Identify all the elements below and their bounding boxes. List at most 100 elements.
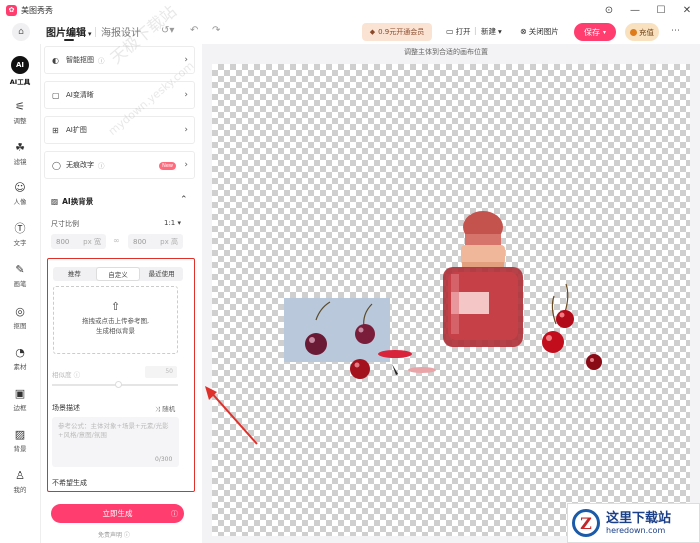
- badge-title: 这里下载站: [606, 510, 672, 526]
- vip-label: 0.9元开通会员: [378, 28, 425, 36]
- chevron-down-icon: ▾: [602, 28, 606, 36]
- home-icon[interactable]: ⌂: [12, 23, 30, 41]
- open-button[interactable]: ▭ 打开: [446, 26, 471, 37]
- mouse-cursor-icon: [392, 364, 398, 375]
- open-icon: ▭: [446, 27, 454, 36]
- similarity-value[interactable]: 50: [145, 366, 177, 378]
- enhance-icon: ▢: [52, 90, 60, 100]
- nav-label: 我的: [13, 486, 27, 494]
- canvas-artwork: [284, 211, 602, 379]
- vip-button[interactable]: ◆ 0.9元开通会员: [362, 23, 432, 41]
- nav-label: 调整: [13, 117, 27, 125]
- nav-label: 边框: [13, 404, 27, 412]
- background-icon: ▨: [14, 428, 26, 441]
- nav-label: 文字: [13, 239, 27, 247]
- disclaimer-link[interactable]: 免责声明 ⓘ: [98, 530, 130, 539]
- redo-icon[interactable]: ↷: [212, 25, 220, 36]
- nav-background[interactable]: ▨ 背景: [0, 428, 40, 453]
- similarity-label: 相似度 ⓘ: [52, 371, 81, 379]
- image-canvas[interactable]: [212, 64, 690, 536]
- nav-label: 素材: [13, 363, 27, 371]
- pin-icon[interactable]: ⊙: [596, 0, 622, 20]
- tab-recommended[interactable]: 推荐: [53, 267, 96, 281]
- more-icon[interactable]: ⋯: [671, 26, 680, 36]
- similarity-label-text: 相似度: [52, 371, 72, 379]
- cherry-bottom: [350, 359, 370, 379]
- toolbar-divider: [95, 27, 96, 37]
- help-icon[interactable]: ⓘ: [98, 55, 105, 65]
- unit-label: px: [83, 237, 92, 246]
- scene-label: 场景描述: [52, 404, 80, 412]
- title-bar: ✿ 美图秀秀 ⊙ — ☐ ✕: [0, 0, 700, 20]
- nav-cutout[interactable]: ◎ 抠图: [0, 305, 40, 330]
- annotation-arrow: [205, 386, 258, 445]
- ai-icon: AI: [11, 56, 29, 74]
- height-value: 800: [133, 237, 147, 246]
- chevron-up-icon[interactable]: ⌃: [180, 195, 188, 205]
- help-icon[interactable]: ⓘ: [98, 160, 105, 170]
- text-icon: Ⓣ: [14, 222, 26, 235]
- save-button[interactable]: 保存 ▾: [574, 23, 616, 41]
- height-unit: px 高: [160, 237, 178, 247]
- negative-prompt-label[interactable]: 不希望生成: [52, 478, 87, 488]
- close-button[interactable]: ✕: [674, 0, 700, 20]
- app-name: 美图秀秀: [21, 5, 53, 15]
- minimize-button[interactable]: —: [622, 0, 648, 20]
- nav-material[interactable]: ◔ 素材: [0, 346, 40, 371]
- charge-button[interactable]: 充值: [625, 23, 659, 41]
- nav-ai-tools[interactable]: AI AI工具: [0, 56, 40, 86]
- tab-custom[interactable]: 自定义: [95, 267, 141, 281]
- chevron-right-icon: ›: [184, 90, 188, 100]
- nav-text[interactable]: Ⓣ 文字: [0, 222, 40, 247]
- new-button[interactable]: 新建 ▾: [481, 26, 502, 37]
- badge-text: 这里下载站 heredown.com: [606, 511, 671, 536]
- info-icon[interactable]: ⓘ: [171, 509, 178, 519]
- close-image-button[interactable]: ⊗ 关闭图片: [520, 26, 559, 37]
- undo-icon[interactable]: ↶: [190, 25, 198, 36]
- feature-label: 智能抠图: [66, 56, 94, 64]
- chevron-down-icon: ▾: [498, 27, 502, 36]
- generate-label: 立即生成: [102, 509, 133, 518]
- tab-image-edit[interactable]: 图片编辑 ▾: [46, 24, 92, 41]
- frame-icon: ▣: [14, 387, 26, 400]
- slider-handle[interactable]: [115, 381, 122, 388]
- liquid-drop: [408, 367, 436, 373]
- tab-recent[interactable]: 最近使用: [140, 267, 183, 281]
- ai-background-title[interactable]: ▨ AI换背景: [51, 196, 93, 207]
- user-icon: ♙: [15, 469, 25, 482]
- maximize-button[interactable]: ☐: [648, 0, 674, 20]
- nav-brush[interactable]: ✎ 画笔: [0, 263, 40, 288]
- random-button[interactable]: ⤨ 随机: [155, 403, 175, 414]
- upload-icon: ⇧: [110, 300, 121, 313]
- background-pattern-icon: ▨: [51, 197, 59, 206]
- feature-label: 无痕改字: [66, 161, 94, 169]
- reference-upload-area[interactable]: ⇧ 拖拽或点击上传参考图, 生成相似背景: [53, 286, 178, 354]
- chevron-right-icon: ›: [184, 160, 188, 170]
- nav-adjust[interactable]: ⚟ 调整: [0, 100, 40, 125]
- charge-label: 充值: [639, 27, 654, 37]
- ratio-select[interactable]: 1:1 ▾: [164, 219, 181, 227]
- close-circle-icon: ⊗: [520, 27, 527, 36]
- upload-text-1: 拖拽或点击上传参考图,: [81, 317, 150, 325]
- nav-filter[interactable]: ☘ 滤镜: [0, 141, 40, 166]
- generate-button[interactable]: 立即生成 ⓘ: [51, 504, 184, 523]
- link-icon[interactable]: ∞: [113, 236, 120, 245]
- width-unit: px 宽: [83, 237, 101, 247]
- disclaimer-label: 免责声明: [98, 532, 123, 539]
- height-field[interactable]: 800 px 高: [128, 234, 183, 249]
- badge-url: heredown.com: [606, 525, 666, 535]
- liquid-splash: [378, 350, 412, 358]
- toolbar-separator: |: [474, 26, 477, 35]
- filter-icon: ☘: [15, 141, 25, 154]
- nav-portrait[interactable]: ☺ 人像: [0, 181, 40, 206]
- scene-char-count: 0/300: [155, 456, 173, 463]
- nav-frame[interactable]: ▣ 边框: [0, 387, 40, 412]
- ratio-value: 1:1: [164, 219, 176, 227]
- width-field[interactable]: 800 px 宽: [51, 234, 106, 249]
- shuffle-icon: ⤨: [155, 405, 161, 413]
- diamond-icon: ◆: [369, 28, 376, 36]
- feature-erase-text[interactable]: ◯ 无痕改字 ⓘ New ›: [44, 151, 195, 179]
- cherries-right: [542, 283, 602, 370]
- save-label: 保存: [583, 27, 600, 37]
- nav-mine[interactable]: ♙ 我的: [0, 469, 40, 494]
